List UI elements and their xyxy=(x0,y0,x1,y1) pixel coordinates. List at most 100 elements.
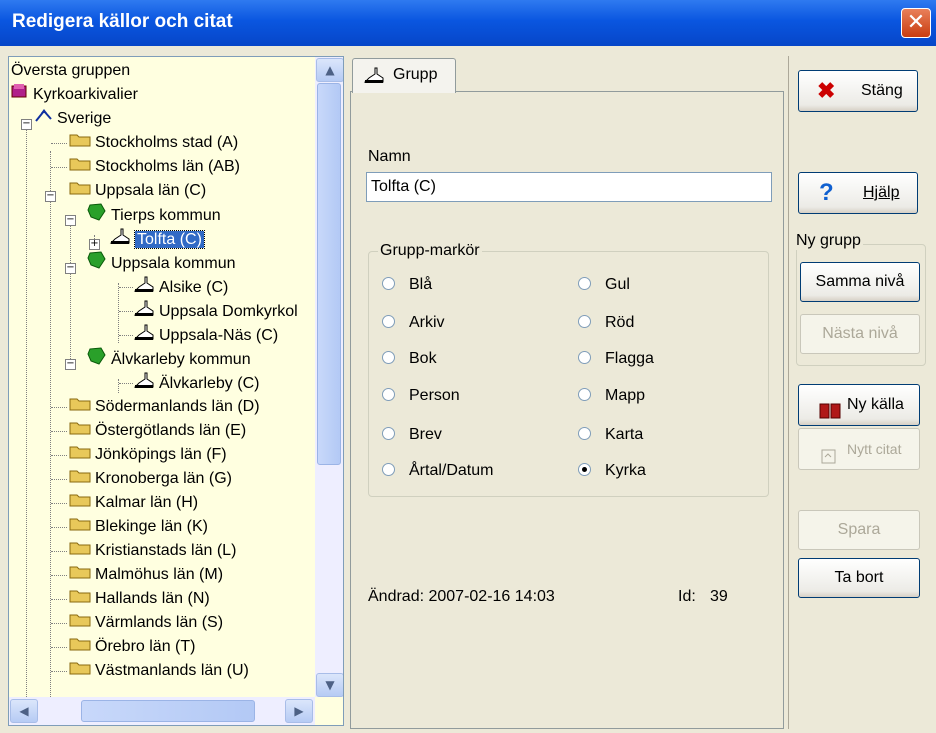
collapse-toggle[interactable]: − xyxy=(45,191,56,202)
radio-button-selected[interactable] xyxy=(578,463,591,477)
radio-button[interactable] xyxy=(578,388,591,402)
radio-button[interactable] xyxy=(578,427,591,441)
marker-radio-brev[interactable]: Brev xyxy=(382,426,442,444)
tree-item[interactable]: Södermanlands län (D) xyxy=(69,395,260,419)
tab-grupp[interactable]: Grupp xyxy=(352,58,456,93)
tree-line xyxy=(51,503,67,504)
radio-button[interactable] xyxy=(382,277,395,291)
name-input[interactable]: Tolfta (C) xyxy=(366,172,772,202)
marker-radio-flagga[interactable]: Flagga xyxy=(578,350,654,368)
delete-button[interactable]: Ta bort xyxy=(798,558,920,598)
municipality-icon xyxy=(87,203,107,229)
tree-item[interactable]: Stockholms län (AB) xyxy=(69,155,240,179)
help-button[interactable]: ? Hjälp xyxy=(798,172,918,214)
collapse-toggle[interactable]: − xyxy=(65,263,76,274)
tree-item[interactable]: Hallands län (N) xyxy=(69,587,210,611)
tree-item[interactable]: Uppsala Domkyrkol xyxy=(133,299,298,323)
tree-item[interactable]: Östergötlands län (E) xyxy=(69,419,246,443)
tree-item-label: Västmanlands län (U) xyxy=(95,662,249,680)
scroll-left-button[interactable]: ◀ xyxy=(10,699,38,723)
marker-radio-kyrka[interactable]: Kyrka xyxy=(578,462,646,480)
church-icon xyxy=(133,323,155,349)
marker-radio-rod[interactable]: Röd xyxy=(578,314,634,332)
tree-item-root[interactable]: Översta gruppen xyxy=(11,59,130,83)
radio-button[interactable] xyxy=(382,315,395,329)
title-bar: Redigera källor och citat ✕ xyxy=(0,0,936,46)
marker-radio-mapp[interactable]: Mapp xyxy=(578,387,645,405)
collapse-toggle[interactable]: − xyxy=(65,215,76,226)
tree-item[interactable]: Malmöhus län (M) xyxy=(69,563,223,587)
expand-toggle[interactable]: + xyxy=(89,239,100,250)
tree-item[interactable]: Sverige xyxy=(35,107,111,131)
radio-button[interactable] xyxy=(578,351,591,365)
tree-item[interactable]: Älvkarleby (C) xyxy=(133,371,259,395)
country-icon xyxy=(35,107,53,131)
vertical-scroll-thumb[interactable] xyxy=(317,83,341,465)
tree-item[interactable]: Älvkarleby kommun xyxy=(87,347,251,371)
new-group-label: Ny grupp xyxy=(794,232,863,250)
collapse-toggle[interactable]: − xyxy=(65,359,76,370)
radio-button[interactable] xyxy=(382,427,395,441)
tree-item[interactable]: Blekinge län (K) xyxy=(69,515,208,539)
church-icon xyxy=(133,275,155,301)
same-level-button[interactable]: Samma nivå xyxy=(800,262,920,302)
tree-line xyxy=(51,623,67,624)
tree-item-label: Örebro län (T) xyxy=(95,638,196,656)
marker-radio-karta[interactable]: Karta xyxy=(578,426,643,444)
radio-button[interactable] xyxy=(382,351,395,365)
tree-item-label: Stockholms stad (A) xyxy=(95,134,239,152)
scroll-down-button[interactable]: ▼ xyxy=(316,673,343,697)
same-level-label: Samma nivå xyxy=(815,273,905,290)
new-source-label: Ny källa xyxy=(847,396,904,413)
tree-item-selected[interactable]: Tolfta (C) xyxy=(109,227,205,251)
tree-item[interactable]: Kyrkoarkivalier xyxy=(11,83,138,107)
scroll-up-button[interactable]: ▲ xyxy=(316,58,343,82)
radio-button[interactable] xyxy=(382,388,395,402)
next-level-button[interactable]: Nästa nivå xyxy=(800,314,920,354)
tree-item[interactable]: Kalmar län (H) xyxy=(69,491,198,515)
tree-item[interactable]: Kronoberga län (G) xyxy=(69,467,232,491)
radio-button[interactable] xyxy=(382,463,395,477)
tree-item[interactable]: Uppsala kommun xyxy=(87,251,236,275)
tree-item[interactable]: Alsike (C) xyxy=(133,275,228,299)
vertical-scrollbar[interactable]: ▲ ▼ xyxy=(315,57,343,697)
tree-line xyxy=(119,383,133,384)
tree-item-label: Kyrkoarkivalier xyxy=(33,86,138,104)
tree-item[interactable]: Västmanlands län (U) xyxy=(69,659,249,683)
marker-radio-person[interactable]: Person xyxy=(382,387,460,405)
tree-item[interactable]: Uppsala län (C) xyxy=(69,179,206,203)
close-window-button[interactable]: ✕ xyxy=(901,8,931,38)
save-button[interactable]: Spara xyxy=(798,510,920,550)
changed-timestamp: Ändrad: 2007-02-16 14:03 xyxy=(368,588,555,605)
tree-item[interactable]: Stockholms stad (A) xyxy=(69,131,238,155)
close-x-icon: ✖ xyxy=(817,78,836,103)
tree-item[interactable]: Värmlands län (S) xyxy=(69,611,223,635)
marker-radio-bla[interactable]: Blå xyxy=(382,276,432,294)
radio-button[interactable] xyxy=(578,315,591,329)
collapse-toggle[interactable]: − xyxy=(21,119,32,130)
scroll-right-button[interactable]: ▶ xyxy=(285,699,313,723)
tree-item[interactable]: Uppsala-Näs (C) xyxy=(133,323,278,347)
folder-icon xyxy=(69,539,91,563)
folder-icon xyxy=(69,467,91,491)
tree-line xyxy=(51,527,67,528)
radio-button[interactable] xyxy=(578,277,591,291)
marker-radio-artal[interactable]: Årtal/Datum xyxy=(382,462,493,480)
tree-item[interactable]: Kristianstads län (L) xyxy=(69,539,236,563)
tree-item[interactable]: Örebro län (T) xyxy=(69,635,195,659)
tree-line xyxy=(26,127,27,707)
marker-radio-bok[interactable]: Bok xyxy=(382,350,437,368)
delete-label: Ta bort xyxy=(834,569,884,586)
tree-item[interactable]: Tierps kommun xyxy=(87,203,221,227)
new-quote-button[interactable]: Nytt citat xyxy=(798,428,920,470)
group-tree[interactable]: Översta gruppen Kyrkoarkivalier − Sverig… xyxy=(8,56,344,726)
horizontal-scrollbar[interactable]: ◀ ▶ xyxy=(9,697,315,725)
church-icon xyxy=(363,66,385,88)
radio-label: Kyrka xyxy=(605,462,646,479)
tree-item[interactable]: Jönköpings län (F) xyxy=(69,443,227,467)
new-source-button[interactable]: Ny källa xyxy=(798,384,920,426)
horizontal-scroll-thumb[interactable] xyxy=(81,700,255,722)
close-button[interactable]: ✖ Stäng xyxy=(798,70,918,112)
marker-radio-gul[interactable]: Gul xyxy=(578,276,630,294)
marker-radio-arkiv[interactable]: Arkiv xyxy=(382,314,445,332)
